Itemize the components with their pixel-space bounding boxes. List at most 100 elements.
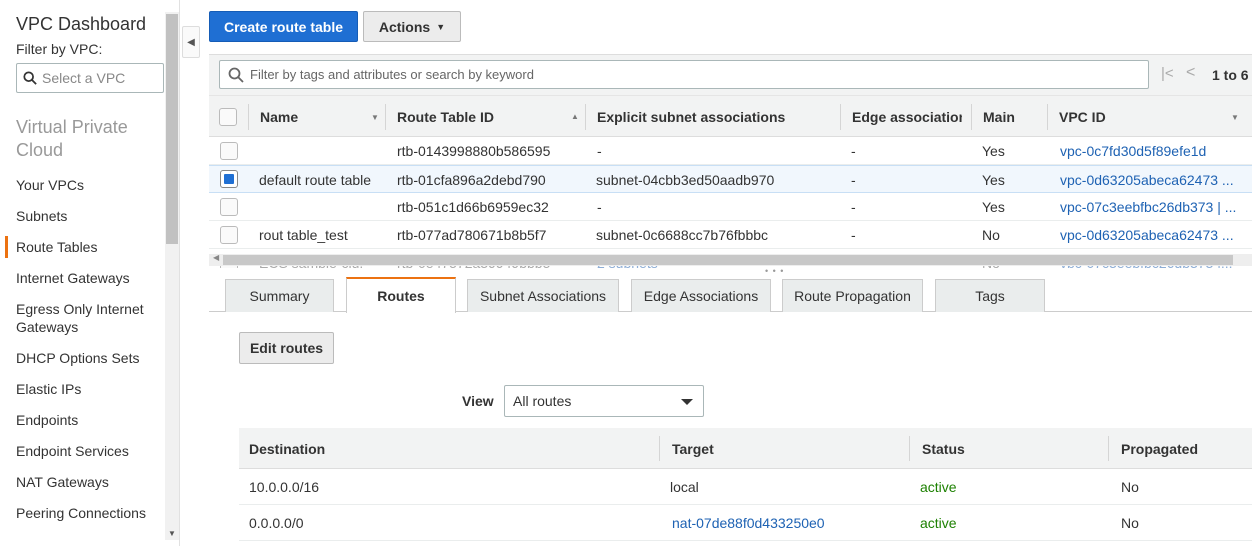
row-checkbox-checked[interactable] [220, 170, 238, 188]
column-header-propagated: Propagated [1121, 440, 1199, 457]
view-label: View [462, 393, 494, 409]
cell-subnet-associations: - [597, 143, 602, 159]
cell-subnet-associations: subnet-0c6688cc7b76fbbbc [596, 227, 769, 243]
tab-subnet-associations[interactable]: Subnet Associations [467, 279, 619, 312]
cell-route-table-id: rtb-051c1d66b6959ec32 [397, 199, 549, 215]
cell-destination: 0.0.0.0/0 [249, 515, 304, 531]
column-header-name[interactable]: Name [260, 96, 380, 138]
cell-route-table-id: rtb-0143998880b586595 [397, 143, 551, 159]
cell-route-table-id: rtb-01cfa896a2debd790 [397, 172, 546, 188]
vpc-dashboard-link[interactable]: VPC Dashboard [16, 14, 146, 35]
search-icon [23, 71, 37, 85]
column-header-explicit-subnet-associations[interactable]: Explicit subnet associations [597, 96, 837, 138]
view-filter-select[interactable]: All routes [504, 385, 704, 417]
actions-label: Actions [378, 18, 431, 35]
view-filter-value: All routes [513, 393, 572, 409]
sidebar-item-your-vpcs[interactable]: Your VPCs [16, 176, 156, 194]
vpc-filter-select[interactable]: Select a VPC [16, 63, 164, 93]
cell-vpc-id-link[interactable]: vpc-0c7fd30d5f89efe1d [1060, 137, 1245, 165]
sidebar-item-dhcp-options-sets[interactable]: DHCP Options Sets [16, 349, 156, 367]
chevron-left-icon: ◀ [187, 36, 195, 48]
table-row[interactable]: rtb-0143998880b586595 - - Yes vpc-0c7fd3… [209, 137, 1252, 165]
sidebar-item-route-tables[interactable]: Route Tables [5, 236, 156, 258]
table-row[interactable]: rout table_test rtb-077ad780671b8b5f7 su… [209, 221, 1252, 249]
scroll-down-icon[interactable]: ▼ [168, 529, 176, 538]
cell-vpc-id-link[interactable]: vpc-0d63205abeca62473 ... [1060, 166, 1245, 194]
horizontal-scrollbar-thumb[interactable] [223, 255, 1233, 265]
row-checkbox[interactable] [220, 198, 238, 216]
column-header-vpc-id[interactable]: VPC ID [1059, 96, 1209, 138]
cell-name [259, 193, 384, 221]
sidebar-item-peering-connections[interactable]: Peering Connections [16, 504, 156, 522]
routes-table: Destination Target Status Propagated 10.… [239, 428, 1252, 546]
row-checkbox[interactable] [220, 226, 238, 244]
sort-icon[interactable]: ▼ [371, 113, 379, 122]
pagination-range: 1 to 6 [1212, 67, 1249, 83]
sidebar-item-endpoints[interactable]: Endpoints [16, 411, 156, 429]
row-checkbox[interactable] [220, 142, 238, 160]
table-row-selected[interactable]: default route table rtb-01cfa896a2debd79… [209, 165, 1252, 193]
tab-tags[interactable]: Tags [935, 279, 1045, 312]
sidebar-scrollbar-thumb[interactable] [166, 14, 178, 244]
column-header-main[interactable]: Main [983, 96, 1043, 138]
cell-propagated: No [1121, 479, 1139, 495]
actions-button[interactable]: Actions ▼ [363, 11, 461, 42]
sidebar-item-elastic-ips[interactable]: Elastic IPs [16, 380, 156, 398]
scroll-left-icon[interactable]: ◀ [213, 253, 219, 262]
cell-status: active [920, 479, 957, 495]
resize-handle-icon[interactable]: • • • [765, 266, 784, 276]
column-header-destination: Destination [249, 440, 326, 457]
sort-icon[interactable]: ▼ [1231, 113, 1239, 122]
vpc-filter-placeholder: Select a VPC [42, 70, 126, 86]
tab-route-propagation[interactable]: Route Propagation [782, 279, 923, 312]
column-header-route-table-id[interactable]: Route Table ID [397, 96, 577, 138]
sidebar-item-endpoint-services[interactable]: Endpoint Services [16, 442, 156, 460]
chevron-down-icon: ▼ [436, 21, 446, 32]
column-header-edge-associations[interactable]: Edge associations [852, 96, 962, 138]
cell-vpc-id-link[interactable]: vpc-0d63205abeca62473 ... [1060, 221, 1245, 249]
route-row: 10.0.0.0/16 local active No [239, 469, 1252, 505]
route-tables-table: Name ▼ Route Table ID ▲ Explicit subnet … [209, 95, 1252, 268]
edit-routes-button[interactable]: Edit routes [239, 332, 334, 364]
cell-subnet-associations: - [597, 199, 602, 215]
cell-main: Yes [982, 143, 1005, 159]
sidebar-item-egress-only-internet-gateways[interactable]: Egress Only Internet Gateways [16, 300, 156, 336]
tab-routes[interactable]: Routes [346, 277, 456, 313]
horizontal-scrollbar[interactable]: ◀ [209, 253, 1252, 266]
cell-edge-associations: - [851, 199, 856, 215]
filter-bar: Filter by tags and attributes or search … [209, 54, 1252, 95]
tab-summary[interactable]: Summary [225, 279, 334, 312]
sidebar-item-internet-gateways[interactable]: Internet Gateways [16, 269, 156, 287]
table-header: Name ▼ Route Table ID ▲ Explicit subnet … [209, 95, 1252, 137]
search-icon [228, 67, 244, 83]
detail-tabs: Summary Routes Subnet Associations Edge … [209, 277, 1252, 313]
first-page-icon[interactable]: |< [1161, 65, 1174, 82]
cell-name [259, 137, 384, 165]
tab-edge-associations[interactable]: Edge Associations [631, 279, 771, 312]
cell-edge-associations: - [851, 143, 856, 159]
search-placeholder: Filter by tags and attributes or search … [250, 67, 534, 82]
cell-subnet-associations: subnet-04cbb3ed50aadb970 [596, 172, 775, 188]
dropdown-caret-icon [681, 399, 693, 405]
cell-status: active [920, 515, 957, 531]
cell-route-table-id: rtb-077ad780671b8b5f7 [397, 227, 547, 243]
select-all-checkbox[interactable] [219, 108, 237, 126]
cell-vpc-id-link[interactable]: vpc-07c3eebfbc26db373 | ... [1060, 193, 1245, 221]
cell-main: Yes [982, 172, 1005, 188]
table-row[interactable]: rtb-051c1d66b6959ec32 - - Yes vpc-07c3ee… [209, 193, 1252, 221]
column-header-status: Status [922, 440, 965, 457]
create-route-table-button[interactable]: Create route table [209, 11, 358, 42]
sidebar-item-nat-gateways[interactable]: NAT Gateways [16, 473, 156, 491]
cell-target-link[interactable]: nat-07de88f0d433250e0 [672, 505, 825, 541]
cell-main: Yes [982, 199, 1005, 215]
collapse-sidebar-button[interactable]: ◀ [182, 26, 200, 58]
sidebar-item-subnets[interactable]: Subnets [16, 207, 156, 225]
cell-edge-associations: - [851, 227, 856, 243]
sort-ascending-icon[interactable]: ▲ [571, 112, 579, 121]
section-title-virtual-private-cloud: Virtual Private Cloud [16, 117, 128, 160]
sidebar-scrollbar[interactable]: ▲ ▼ [165, 12, 179, 540]
search-input[interactable]: Filter by tags and attributes or search … [219, 60, 1149, 89]
route-row: 0.0.0.0/0 nat-07de88f0d433250e0 active N… [239, 505, 1252, 541]
previous-page-icon[interactable]: < [1186, 64, 1195, 82]
routes-table-header: Destination Target Status Propagated [239, 428, 1252, 469]
